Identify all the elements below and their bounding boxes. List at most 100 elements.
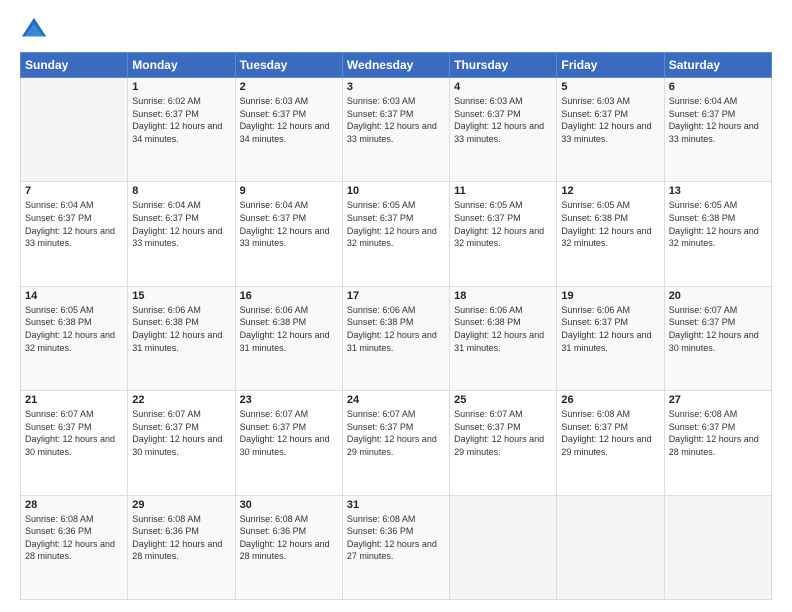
day-number: 2 [240, 81, 338, 93]
calendar-cell: 23 Sunrise: 6:07 AMSunset: 6:37 PMDayligh… [235, 391, 342, 495]
day-info: Sunrise: 6:04 AMSunset: 6:37 PMDaylight:… [25, 199, 123, 249]
calendar-cell: 26 Sunrise: 6:08 AMSunset: 6:37 PMDayligh… [557, 391, 664, 495]
day-number: 5 [561, 81, 659, 93]
calendar-cell: 24 Sunrise: 6:07 AMSunset: 6:37 PMDayligh… [342, 391, 449, 495]
calendar-cell: 22 Sunrise: 6:07 AMSunset: 6:37 PMDayligh… [128, 391, 235, 495]
day-info: Sunrise: 6:07 AMSunset: 6:37 PMDaylight:… [25, 408, 123, 458]
calendar-cell: 13 Sunrise: 6:05 AMSunset: 6:38 PMDayligh… [664, 182, 771, 286]
day-number: 18 [454, 290, 552, 302]
day-info: Sunrise: 6:08 AMSunset: 6:36 PMDaylight:… [240, 513, 338, 563]
page: SundayMondayTuesdayWednesdayThursdayFrid… [0, 0, 792, 612]
calendar-week-4: 28Sunrise: 6:08 AMSunset: 6:36 PMDayligh… [21, 495, 772, 599]
day-info: Sunrise: 6:07 AMSunset: 6:37 PMDaylight:… [240, 408, 338, 458]
calendar-cell [557, 495, 664, 599]
calendar-cell: 17 Sunrise: 6:06 AMSunset: 6:38 PMDayligh… [342, 286, 449, 390]
logo-icon [20, 16, 48, 44]
day-info: Sunrise: 6:03 AMSunset: 6:37 PMDaylight:… [454, 95, 552, 145]
calendar-cell: 25Sunrise: 6:07 AMSunset: 6:37 PMDayligh… [450, 391, 557, 495]
calendar-table: SundayMondayTuesdayWednesdayThursdayFrid… [20, 52, 772, 600]
day-number: 30 [240, 499, 338, 511]
day-info: Sunrise: 6:04 AMSunset: 6:37 PMDaylight:… [132, 199, 230, 249]
day-info: Sunrise: 6:06 AMSunset: 6:38 PMDaylight:… [240, 304, 338, 354]
calendar-cell: 16 Sunrise: 6:06 AMSunset: 6:38 PMDayligh… [235, 286, 342, 390]
day-number: 7 [25, 185, 123, 197]
day-info: Sunrise: 6:08 AMSunset: 6:37 PMDaylight:… [561, 408, 659, 458]
day-info: Sunrise: 6:07 AMSunset: 6:37 PMDaylight:… [132, 408, 230, 458]
day-info: Sunrise: 6:03 AMSunset: 6:37 PMDaylight:… [347, 95, 445, 145]
day-number: 3 [347, 81, 445, 93]
day-number: 24 [347, 394, 445, 406]
day-info: Sunrise: 6:08 AMSunset: 6:36 PMDaylight:… [347, 513, 445, 563]
day-number: 20 [669, 290, 767, 302]
day-number: 8 [132, 185, 230, 197]
day-number: 17 [347, 290, 445, 302]
day-number: 31 [347, 499, 445, 511]
calendar-cell: 3 Sunrise: 6:03 AMSunset: 6:37 PMDaylight… [342, 78, 449, 182]
calendar-cell: 5 Sunrise: 6:03 AMSunset: 6:37 PMDaylight… [557, 78, 664, 182]
calendar-cell: 9Sunrise: 6:04 AMSunset: 6:37 PMDaylight… [235, 182, 342, 286]
day-info: Sunrise: 6:07 AMSunset: 6:37 PMDaylight:… [669, 304, 767, 354]
calendar-cell [450, 495, 557, 599]
calendar-header-row: SundayMondayTuesdayWednesdayThursdayFrid… [21, 53, 772, 78]
day-info: Sunrise: 6:06 AMSunset: 6:38 PMDaylight:… [132, 304, 230, 354]
day-number: 29 [132, 499, 230, 511]
calendar-cell: 11 Sunrise: 6:05 AMSunset: 6:37 PMDayligh… [450, 182, 557, 286]
day-info: Sunrise: 6:02 AMSunset: 6:37 PMDaylight:… [132, 95, 230, 145]
day-number: 16 [240, 290, 338, 302]
day-info: Sunrise: 6:05 AMSunset: 6:37 PMDaylight:… [454, 199, 552, 249]
day-header-monday: Monday [128, 53, 235, 78]
day-number: 27 [669, 394, 767, 406]
calendar-cell: 2 Sunrise: 6:03 AMSunset: 6:37 PMDaylight… [235, 78, 342, 182]
day-info: Sunrise: 6:05 AMSunset: 6:38 PMDaylight:… [25, 304, 123, 354]
calendar-week-0: 1 Sunrise: 6:02 AMSunset: 6:37 PMDaylight… [21, 78, 772, 182]
calendar-cell: 30 Sunrise: 6:08 AMSunset: 6:36 PMDayligh… [235, 495, 342, 599]
calendar-cell [21, 78, 128, 182]
day-number: 10 [347, 185, 445, 197]
day-number: 23 [240, 394, 338, 406]
day-number: 21 [25, 394, 123, 406]
day-number: 14 [25, 290, 123, 302]
day-number: 13 [669, 185, 767, 197]
calendar-week-2: 14 Sunrise: 6:05 AMSunset: 6:38 PMDayligh… [21, 286, 772, 390]
day-number: 11 [454, 185, 552, 197]
day-info: Sunrise: 6:08 AMSunset: 6:37 PMDaylight:… [669, 408, 767, 458]
logo [20, 16, 52, 44]
day-number: 4 [454, 81, 552, 93]
calendar-week-1: 7 Sunrise: 6:04 AMSunset: 6:37 PMDaylight… [21, 182, 772, 286]
day-header-friday: Friday [557, 53, 664, 78]
day-header-wednesday: Wednesday [342, 53, 449, 78]
calendar-cell: 31 Sunrise: 6:08 AMSunset: 6:36 PMDayligh… [342, 495, 449, 599]
day-number: 6 [669, 81, 767, 93]
calendar-cell: 21 Sunrise: 6:07 AMSunset: 6:37 PMDayligh… [21, 391, 128, 495]
day-info: Sunrise: 6:06 AMSunset: 6:38 PMDaylight:… [347, 304, 445, 354]
calendar-cell: 18Sunrise: 6:06 AMSunset: 6:38 PMDayligh… [450, 286, 557, 390]
day-info: Sunrise: 6:06 AMSunset: 6:37 PMDaylight:… [561, 304, 659, 354]
day-info: Sunrise: 6:05 AMSunset: 6:38 PMDaylight:… [561, 199, 659, 249]
day-info: Sunrise: 6:03 AMSunset: 6:37 PMDaylight:… [561, 95, 659, 145]
day-info: Sunrise: 6:07 AMSunset: 6:37 PMDaylight:… [454, 408, 552, 458]
calendar-cell: 10Sunrise: 6:05 AMSunset: 6:37 PMDayligh… [342, 182, 449, 286]
day-number: 1 [132, 81, 230, 93]
calendar-cell: 19Sunrise: 6:06 AMSunset: 6:37 PMDayligh… [557, 286, 664, 390]
calendar-cell: 15Sunrise: 6:06 AMSunset: 6:38 PMDayligh… [128, 286, 235, 390]
day-number: 26 [561, 394, 659, 406]
calendar-cell: 14 Sunrise: 6:05 AMSunset: 6:38 PMDayligh… [21, 286, 128, 390]
day-info: Sunrise: 6:04 AMSunset: 6:37 PMDaylight:… [240, 199, 338, 249]
day-number: 12 [561, 185, 659, 197]
day-header-tuesday: Tuesday [235, 53, 342, 78]
day-header-thursday: Thursday [450, 53, 557, 78]
calendar-cell: 12 Sunrise: 6:05 AMSunset: 6:38 PMDayligh… [557, 182, 664, 286]
calendar-cell: 1 Sunrise: 6:02 AMSunset: 6:37 PMDaylight… [128, 78, 235, 182]
day-header-saturday: Saturday [664, 53, 771, 78]
day-info: Sunrise: 6:07 AMSunset: 6:37 PMDaylight:… [347, 408, 445, 458]
day-info: Sunrise: 6:05 AMSunset: 6:38 PMDaylight:… [669, 199, 767, 249]
calendar-cell: 8 Sunrise: 6:04 AMSunset: 6:37 PMDaylight… [128, 182, 235, 286]
calendar-cell: 6 Sunrise: 6:04 AMSunset: 6:37 PMDaylight… [664, 78, 771, 182]
day-number: 22 [132, 394, 230, 406]
day-info: Sunrise: 6:03 AMSunset: 6:37 PMDaylight:… [240, 95, 338, 145]
day-info: Sunrise: 6:04 AMSunset: 6:37 PMDaylight:… [669, 95, 767, 145]
calendar-cell: 7 Sunrise: 6:04 AMSunset: 6:37 PMDaylight… [21, 182, 128, 286]
calendar-week-3: 21 Sunrise: 6:07 AMSunset: 6:37 PMDayligh… [21, 391, 772, 495]
calendar-cell: 4 Sunrise: 6:03 AMSunset: 6:37 PMDaylight… [450, 78, 557, 182]
day-info: Sunrise: 6:08 AMSunset: 6:36 PMDaylight:… [25, 513, 123, 563]
